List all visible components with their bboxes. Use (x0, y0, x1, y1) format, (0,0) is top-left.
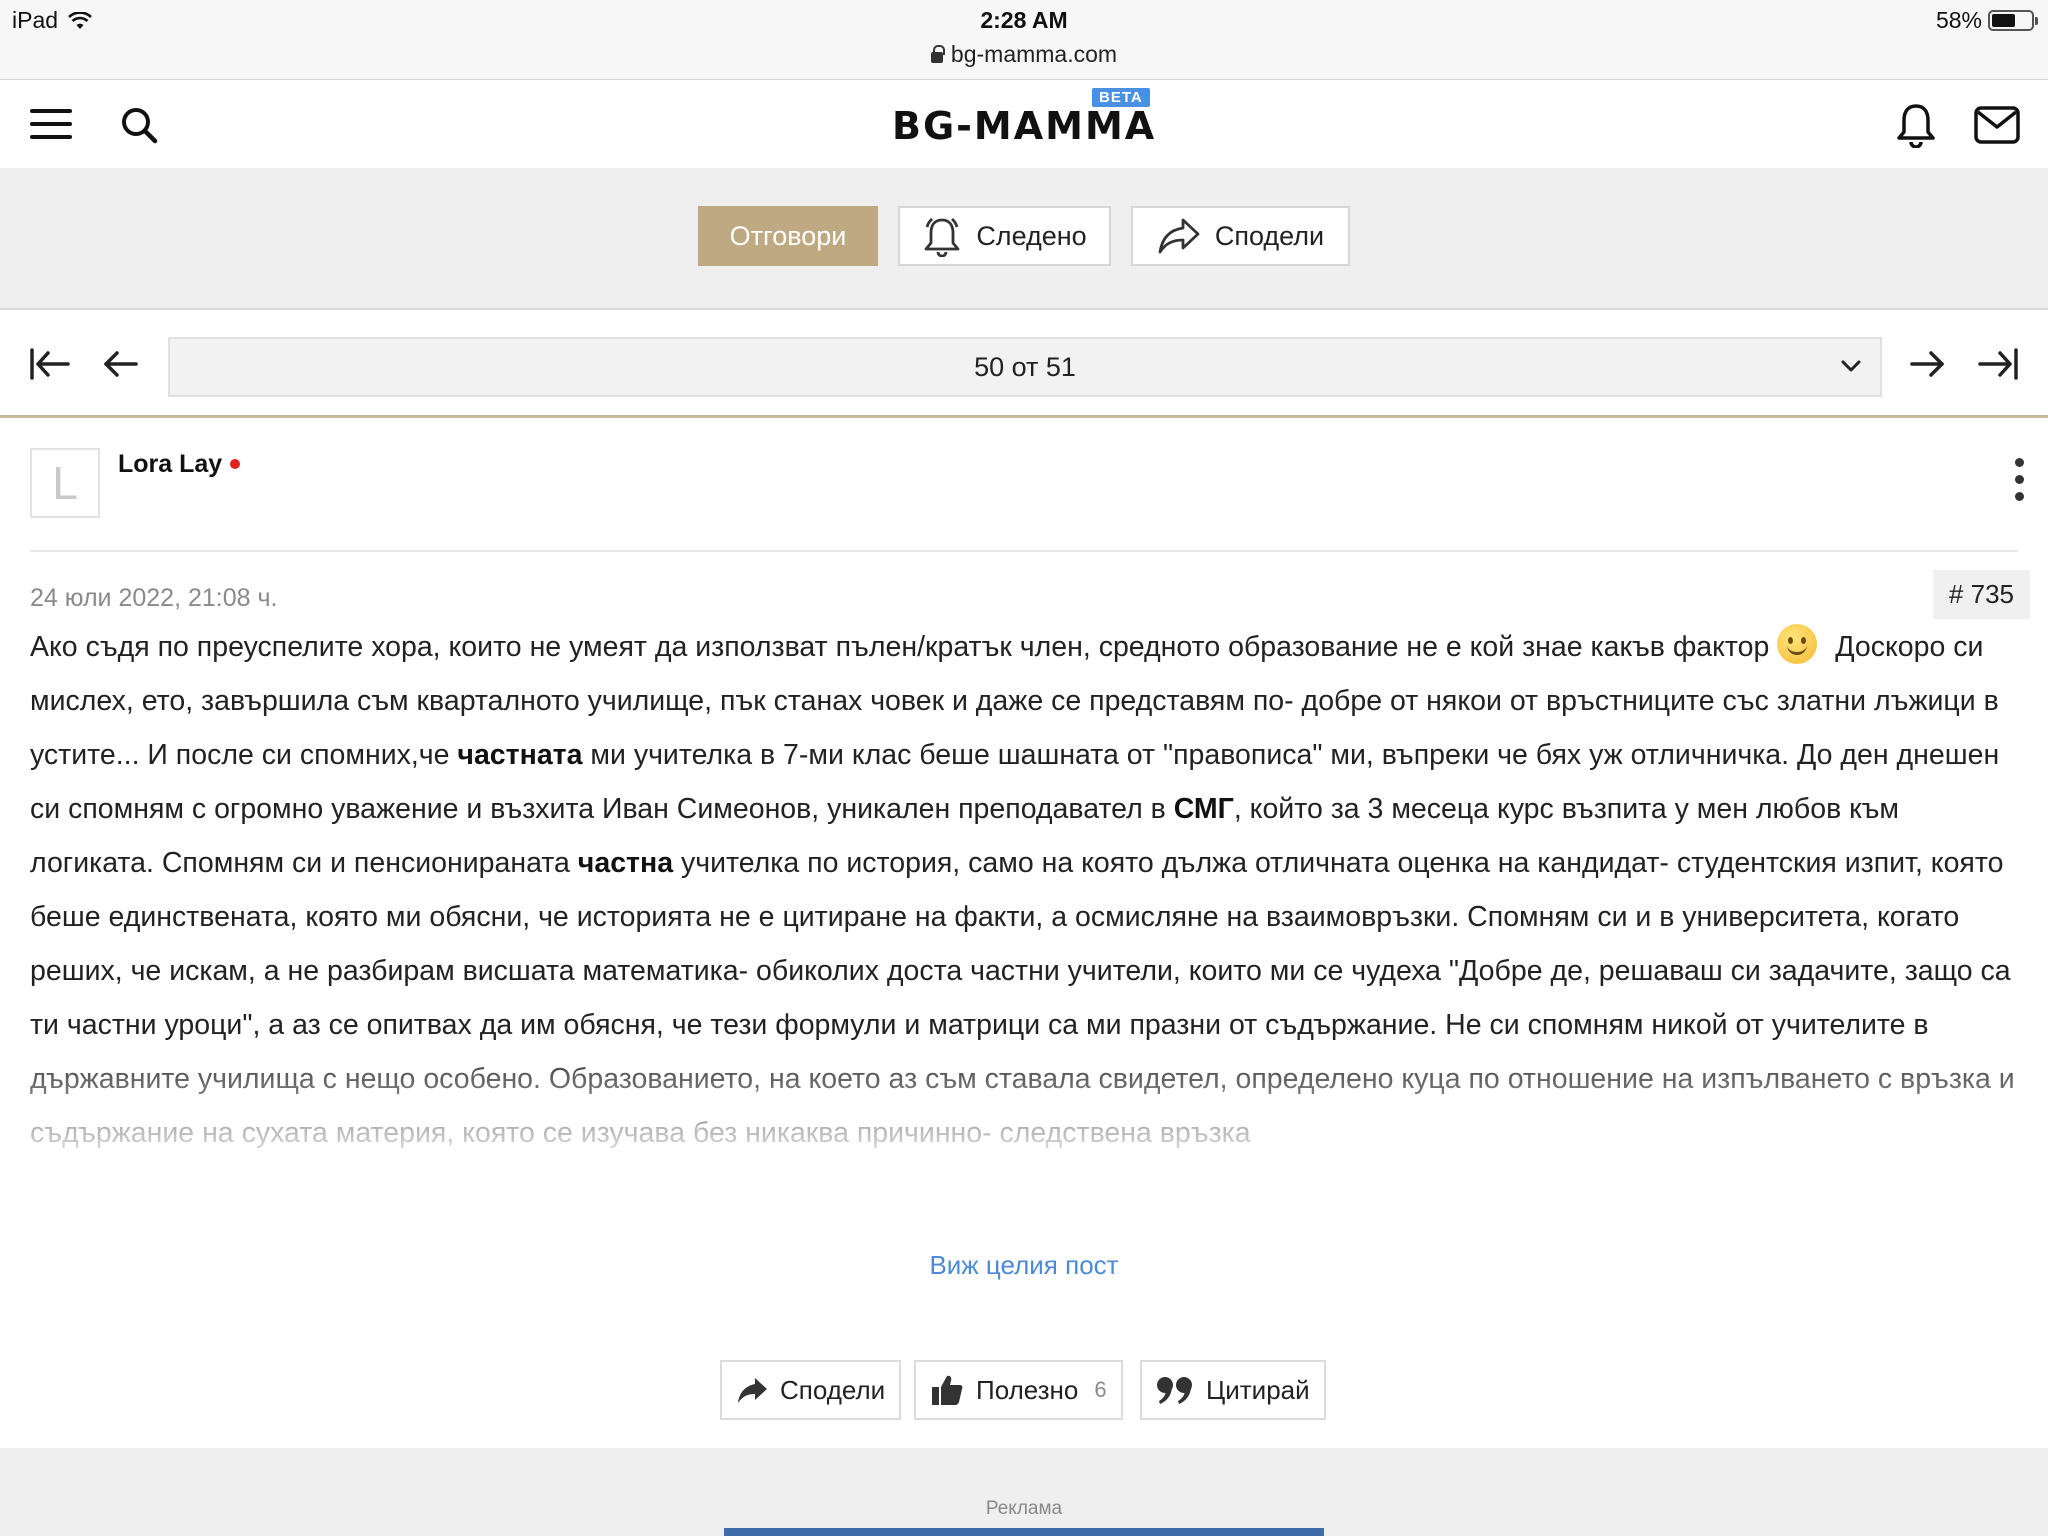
status-bar: iPad 2:28 AM 58% bg-mamma.com (0, 0, 2048, 80)
share-thread-button[interactable]: Сподели (1131, 206, 1350, 266)
author-name: Lora Lay (118, 450, 223, 478)
mail-icon[interactable] (1974, 106, 2020, 144)
beta-badge: BETA (1092, 88, 1150, 107)
post-divider (30, 550, 2018, 552)
menu-icon[interactable] (30, 109, 72, 141)
page-select[interactable]: 50 от 51 (168, 337, 1882, 397)
quote-label: Цитирай (1206, 1374, 1310, 1405)
url-text: bg-mamma.com (950, 41, 1118, 67)
post-date: 24 юли 2022, 21:08 ч. (30, 584, 278, 612)
useful-button[interactable]: Полезно 6 (914, 1360, 1123, 1420)
follow-label: Следено (976, 220, 1087, 251)
battery-percent: 58% (1935, 7, 1982, 33)
more-options-icon[interactable] (2012, 458, 2026, 502)
ad-label: Реклама (985, 1498, 1063, 1519)
post-author[interactable]: Lora Lay (118, 450, 241, 479)
body-text: Ако съдя по преуспелите хора, които не у… (30, 631, 1778, 663)
share-icon (1158, 218, 1200, 254)
url-bar[interactable]: bg-mamma.com (0, 41, 2048, 68)
share-label: Сподели (1214, 220, 1325, 251)
status-right: 58% (1935, 7, 2038, 34)
prev-page-icon[interactable] (100, 344, 140, 384)
first-page-icon[interactable] (28, 344, 72, 384)
smiley-emoji-icon (1777, 624, 1818, 664)
share-arrow-icon (738, 1378, 767, 1403)
avatar[interactable]: L (30, 448, 100, 518)
site-logo[interactable]: BG-MAMMA (892, 104, 1156, 148)
site-header: BG-MAMMA BETA (0, 80, 2048, 168)
share-post-label: Сподели (780, 1374, 886, 1405)
body-fade-overlay (0, 1060, 2048, 1160)
search-icon[interactable] (120, 106, 158, 144)
see-full-post-link[interactable]: Виж целия пост (0, 1250, 2048, 1281)
post-number[interactable]: # 735 (1932, 570, 2030, 619)
useful-count: 6 (1094, 1377, 1107, 1402)
bell-icon[interactable] (1896, 102, 1936, 148)
useful-label: Полезно (976, 1374, 1079, 1405)
online-indicator (230, 459, 241, 469)
reply-label: Отговори (729, 220, 847, 251)
lock-icon (930, 45, 945, 63)
ad-section: Реклама (0, 1448, 2048, 1536)
body-bold-text: частна (577, 847, 674, 879)
chevron-down-icon (1841, 360, 1861, 372)
clock: 2:28 AM (980, 7, 1068, 33)
reply-button[interactable]: Отговори (698, 206, 878, 266)
body-bold-text: СМГ (1173, 793, 1234, 825)
pagination-bar: 50 от 51 (0, 312, 2048, 418)
last-page-icon[interactable] (1976, 344, 2020, 384)
bell-outline-icon (924, 217, 960, 257)
thread-action-bar: Отговори Следено Сподели (0, 168, 2048, 310)
page-select-label: 50 от 51 (974, 352, 1076, 382)
forum-post: L Lora Lay 24 юли 2022, 21:08 ч. # 735 А… (0, 420, 2048, 1448)
next-page-icon[interactable] (1908, 344, 1948, 384)
ad-banner-image[interactable] (724, 1528, 1324, 1536)
thumbs-up-icon (932, 1375, 963, 1405)
body-bold-text: частната (457, 739, 583, 771)
quote-button[interactable]: Цитирай (1140, 1360, 1326, 1420)
quote-icon (1157, 1377, 1192, 1404)
share-post-button[interactable]: Сподели (720, 1360, 902, 1420)
follow-button[interactable]: Следено (898, 206, 1111, 266)
battery-icon (1988, 10, 2038, 31)
